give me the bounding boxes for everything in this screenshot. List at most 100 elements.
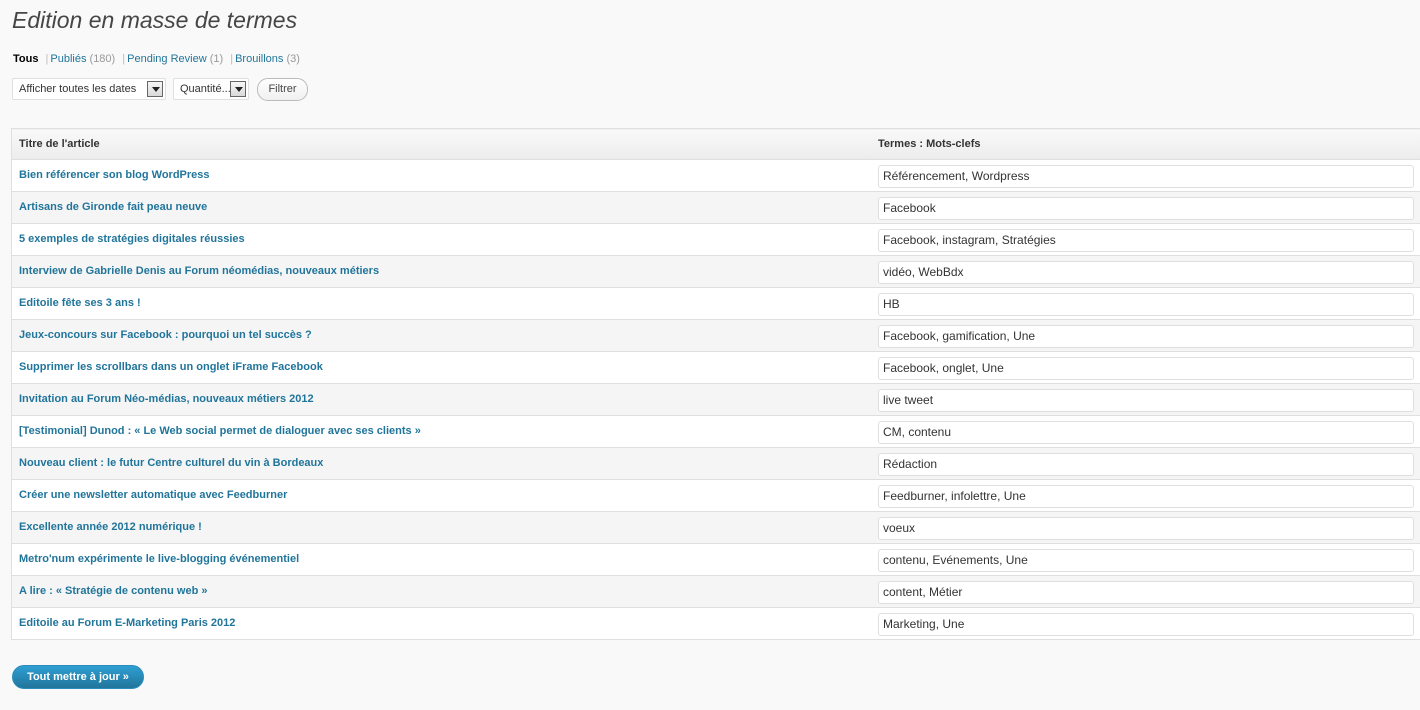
post-title-link[interactable]: Artisans de Gironde fait peau neuve [19, 201, 207, 213]
post-title-link[interactable]: Excellente année 2012 numérique ! [19, 521, 202, 533]
quantity-select[interactable]: Quantité... [173, 78, 249, 100]
post-terms-cell: Facebook, onglet, Une [871, 351, 1420, 384]
terms-input[interactable]: Feedburner, infolettre, Une [878, 485, 1414, 508]
post-title-link[interactable]: [Testimonial] Dunod : « Le Web social pe… [19, 425, 421, 437]
post-terms-cell: CM, contenu [871, 415, 1420, 448]
update-all-button[interactable]: Tout mettre à jour » [12, 665, 144, 689]
table-row: [Testimonial] Dunod : « Le Web social pe… [11, 415, 1420, 448]
post-title-cell: Editoile au Forum E-Marketing Paris 2012 [11, 607, 871, 640]
table-row: Supprimer les scrollbars dans un onglet … [11, 351, 1420, 384]
table-row: Jeux-concours sur Facebook : pourquoi un… [11, 319, 1420, 352]
post-title-link[interactable]: Jeux-concours sur Facebook : pourquoi un… [19, 329, 312, 341]
post-terms-cell: HB [871, 287, 1420, 320]
table-row: 5 exemples de stratégies digitales réuss… [11, 223, 1420, 256]
post-status-views: Tous | Publiés (180) | Pending Review (1) … [13, 53, 300, 65]
post-title-cell: Créer une newsletter automatique avec Fe… [11, 479, 871, 512]
view-drafts-count: (3) [286, 53, 300, 65]
post-title-cell: Metro'num expérimente le live-blogging é… [11, 543, 871, 576]
view-separator: | [122, 53, 126, 65]
post-terms-cell: Facebook, gamification, Une [871, 319, 1420, 352]
terms-input[interactable]: Facebook [878, 197, 1414, 220]
post-title-cell: Excellente année 2012 numérique ! [11, 511, 871, 544]
quantity-value: Quantité... [180, 83, 231, 95]
post-title-link[interactable]: Créer une newsletter automatique avec Fe… [19, 489, 287, 501]
table-row: Editoile au Forum E-Marketing Paris 2012… [11, 607, 1420, 640]
post-terms-cell: Facebook, instagram, Stratégies [871, 223, 1420, 256]
view-pending-link[interactable]: Pending Review [127, 53, 207, 65]
post-terms-cell: Rédaction [871, 447, 1420, 480]
post-terms-cell: vidéo, WebBdx [871, 255, 1420, 288]
table-body: Bien référencer son blog WordPress Référe… [11, 159, 1420, 640]
post-title-cell: 5 exemples de stratégies digitales réuss… [11, 223, 871, 256]
post-title-cell: Invitation au Forum Néo-médias, nouveaux… [11, 383, 871, 416]
date-filter-select[interactable]: Afficher toutes les dates [12, 78, 166, 100]
table-row: A lire : « Stratégie de contenu web » con… [11, 575, 1420, 608]
post-title-link[interactable]: Supprimer les scrollbars dans un onglet … [19, 361, 323, 373]
terms-table: Titre de l'article Termes : Mots-clefs B… [11, 128, 1420, 640]
terms-input[interactable]: HB [878, 293, 1414, 316]
post-title-cell: Interview de Gabrielle Denis au Forum né… [11, 255, 871, 288]
table-row: Metro'num expérimente le live-blogging é… [11, 543, 1420, 576]
bulk-edit-terms-page: Edition en masse de termes Tous | Publiés… [0, 0, 1420, 710]
terms-input[interactable]: Rédaction [878, 453, 1414, 476]
table-header-row: Titre de l'article Termes : Mots-clefs [11, 128, 1420, 160]
column-header-terms[interactable]: Termes : Mots-clefs [871, 128, 1420, 160]
post-terms-cell: voeux [871, 511, 1420, 544]
table-row: Artisans de Gironde fait peau neuve Faceb… [11, 191, 1420, 224]
chevron-down-icon[interactable] [230, 81, 246, 97]
terms-input[interactable]: CM, contenu [878, 421, 1414, 444]
view-separator: | [45, 53, 49, 65]
terms-input[interactable]: Marketing, Une [878, 613, 1414, 636]
post-title-link[interactable]: A lire : « Stratégie de contenu web » [19, 585, 207, 597]
post-title-cell: Artisans de Gironde fait peau neuve [11, 191, 871, 224]
terms-input[interactable]: content, Métier [878, 581, 1414, 604]
post-title-cell: Supprimer les scrollbars dans un onglet … [11, 351, 871, 384]
terms-input[interactable]: vidéo, WebBdx [878, 261, 1414, 284]
post-terms-cell: Feedburner, infolettre, Une [871, 479, 1420, 512]
page-title: Edition en masse de termes [12, 7, 298, 33]
post-title-link[interactable]: Nouveau client : le futur Centre culture… [19, 457, 323, 469]
post-title-cell: Editoile fête ses 3 ans ! [11, 287, 871, 320]
table-row: Bien référencer son blog WordPress Référe… [11, 159, 1420, 192]
column-header-title[interactable]: Titre de l'article [11, 128, 871, 160]
post-title-link[interactable]: Editoile au Forum E-Marketing Paris 2012 [19, 617, 235, 629]
filter-button[interactable]: Filtrer [257, 78, 308, 101]
post-title-link[interactable]: Metro'num expérimente le live-blogging é… [19, 553, 299, 565]
view-separator: | [230, 53, 234, 65]
table-row: Nouveau client : le futur Centre culture… [11, 447, 1420, 480]
post-terms-cell: Marketing, Une [871, 607, 1420, 640]
table-row: Editoile fête ses 3 ans ! HB [11, 287, 1420, 320]
terms-input[interactable]: Facebook, instagram, Stratégies [878, 229, 1414, 252]
post-title-link[interactable]: 5 exemples de stratégies digitales réuss… [19, 233, 245, 245]
terms-input[interactable]: Référencement, Wordpress [878, 165, 1414, 188]
terms-input[interactable]: live tweet [878, 389, 1414, 412]
post-title-link[interactable]: Bien référencer son blog WordPress [19, 169, 210, 181]
post-terms-cell: Référencement, Wordpress [871, 159, 1420, 192]
view-all-link[interactable]: Tous [13, 53, 38, 65]
post-title-cell: Jeux-concours sur Facebook : pourquoi un… [11, 319, 871, 352]
view-published-link[interactable]: Publiés [50, 53, 86, 65]
table-row: Excellente année 2012 numérique ! voeux [11, 511, 1420, 544]
post-title-cell: [Testimonial] Dunod : « Le Web social pe… [11, 415, 871, 448]
table-row: Créer une newsletter automatique avec Fe… [11, 479, 1420, 512]
table-row: Invitation au Forum Néo-médias, nouveaux… [11, 383, 1420, 416]
post-title-cell: A lire : « Stratégie de contenu web » [11, 575, 871, 608]
post-title-link[interactable]: Editoile fête ses 3 ans ! [19, 297, 141, 309]
table-row: Interview de Gabrielle Denis au Forum né… [11, 255, 1420, 288]
terms-input[interactable]: contenu, Evénements, Une [878, 549, 1414, 572]
post-terms-cell: content, Métier [871, 575, 1420, 608]
terms-input[interactable]: Facebook, gamification, Une [878, 325, 1414, 348]
post-title-link[interactable]: Invitation au Forum Néo-médias, nouveaux… [19, 393, 314, 405]
terms-input[interactable]: voeux [878, 517, 1414, 540]
post-terms-cell: contenu, Evénements, Une [871, 543, 1420, 576]
post-title-cell: Nouveau client : le futur Centre culture… [11, 447, 871, 480]
post-title-link[interactable]: Interview de Gabrielle Denis au Forum né… [19, 265, 379, 277]
post-terms-cell: Facebook [871, 191, 1420, 224]
post-title-cell: Bien référencer son blog WordPress [11, 159, 871, 192]
date-filter-value: Afficher toutes les dates [19, 83, 137, 95]
chevron-down-icon[interactable] [147, 81, 163, 97]
view-published-count: (180) [89, 53, 116, 65]
terms-input[interactable]: Facebook, onglet, Une [878, 357, 1414, 380]
view-drafts-link[interactable]: Brouillons [235, 53, 283, 65]
view-pending-count: (1) [209, 53, 224, 65]
